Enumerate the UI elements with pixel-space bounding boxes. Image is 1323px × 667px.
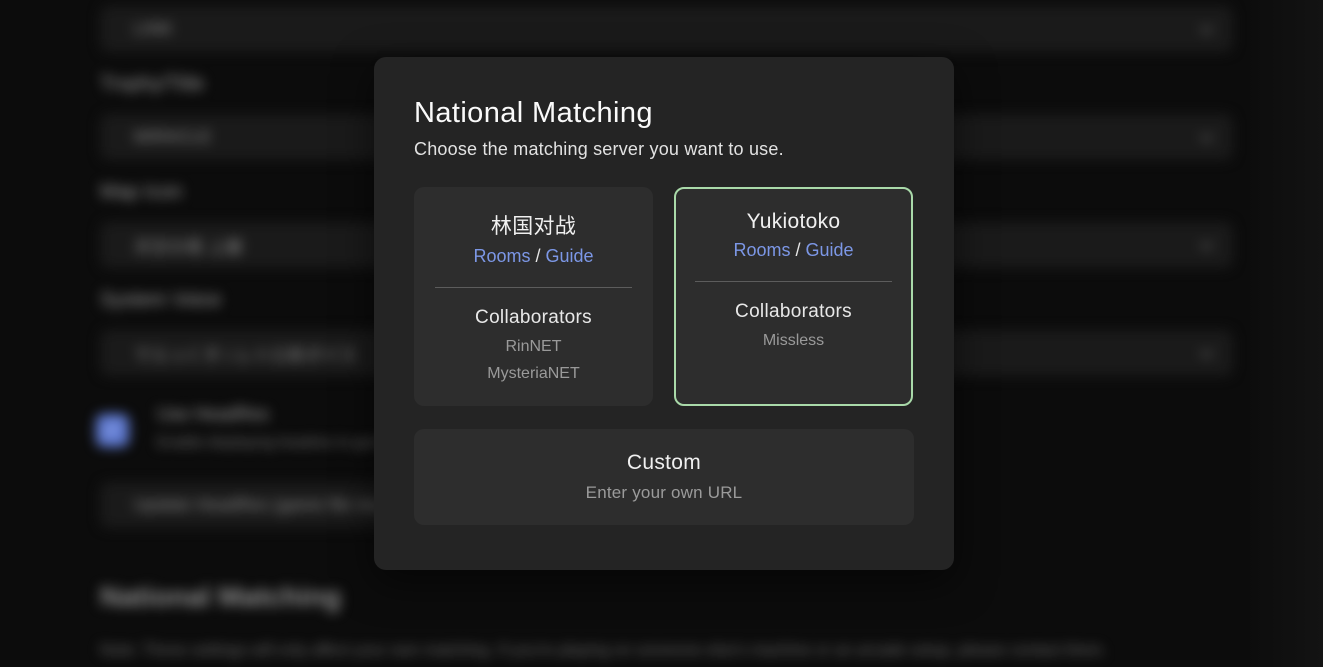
custom-card-subtitle: Enter your own URL (586, 483, 743, 503)
select-field-value: MIRACLE (134, 127, 212, 147)
custom-server-card[interactable]: Custom Enter your own URL (414, 429, 914, 525)
rooms-link[interactable]: Rooms (473, 246, 530, 266)
server-links: Rooms/Guide (676, 240, 911, 261)
use-headres-row: ✓ Use HeadRes Enable displaying headres … (96, 404, 391, 451)
use-headres-text: Use HeadRes Enable displaying headres in… (157, 404, 391, 451)
server-links: Rooms/Guide (416, 246, 651, 267)
guide-link[interactable]: Guide (545, 246, 593, 266)
national-matching-section-heading: National Matching (100, 581, 341, 613)
chevron-down-icon (1200, 129, 1213, 142)
collaborators-list: RinNET MysteriaNET (416, 333, 651, 387)
collaborator-name: Missless (676, 327, 911, 354)
server-card-linguo[interactable]: 林国对战 Rooms/Guide Collaborators RinNET My… (414, 187, 653, 406)
system-voice-label: System Voice (100, 289, 221, 312)
collaborator-name: RinNET (416, 333, 651, 360)
chevron-down-icon (1200, 345, 1213, 358)
server-name: Yukiotoko (676, 210, 911, 234)
collaborator-name: MysteriaNET (416, 360, 651, 387)
link-separator: / (535, 246, 540, 266)
server-name: 林国对战 (416, 210, 651, 240)
use-headres-description: Enable displaying headres in-game (157, 434, 391, 451)
national-matching-note: Note: These settings will only affect yo… (100, 642, 1230, 660)
national-matching-modal: National Matching Choose the matching se… (374, 57, 954, 570)
modal-subtitle: Choose the matching server you want to u… (414, 139, 914, 160)
app-viewport: LINK Trophy/Title MIRACLE Map Icon 天空の塔 … (0, 0, 1323, 667)
select-field-value: でらっくす☆レトロ系ボイス (134, 341, 357, 366)
use-headres-label: Use HeadRes (157, 404, 391, 425)
card-divider (695, 281, 892, 282)
server-card-yukiotoko[interactable]: Yukiotoko Rooms/Guide Collaborators Miss… (674, 187, 913, 406)
modal-title: National Matching (414, 97, 914, 130)
map-icon-label: Map Icon (100, 181, 182, 204)
select-field-top[interactable]: LINK (100, 6, 1233, 52)
chevron-down-icon (1200, 21, 1213, 34)
checkmark-icon: ✓ (105, 419, 121, 442)
card-divider (435, 287, 632, 288)
select-field-value: LINK (134, 19, 173, 39)
server-cards-row: 林国对战 Rooms/Guide Collaborators RinNET My… (414, 187, 914, 406)
chevron-down-icon (1200, 237, 1213, 250)
use-headres-checkbox[interactable]: ✓ (96, 414, 129, 447)
custom-card-title: Custom (627, 451, 701, 475)
collaborators-list: Missless (676, 327, 911, 354)
link-separator: / (795, 240, 800, 260)
trophy-title-label: Trophy/Title (100, 73, 204, 96)
select-field-value: 天空の塔 上層 (134, 233, 243, 258)
guide-link[interactable]: Guide (805, 240, 853, 260)
rooms-link[interactable]: Rooms (733, 240, 790, 260)
collaborators-label: Collaborators (416, 307, 651, 329)
collaborators-label: Collaborators (676, 301, 911, 323)
